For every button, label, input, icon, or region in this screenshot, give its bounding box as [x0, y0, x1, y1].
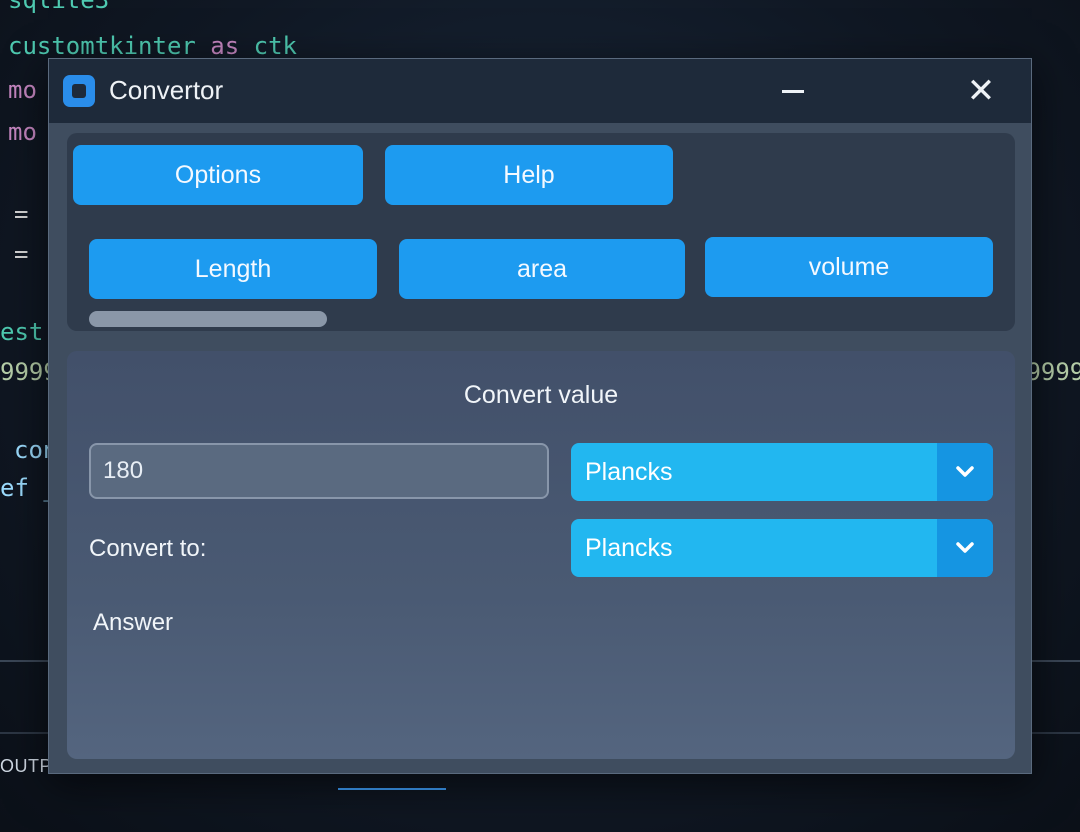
value-input[interactable] [89, 443, 549, 499]
options-frame: Options Help Length area volume [67, 133, 1015, 331]
to-unit-dropdown[interactable]: Plancks [571, 519, 993, 577]
convertor-window: Convertor ✕ Options Help Length area vol… [48, 58, 1032, 774]
title-bar[interactable]: Convertor ✕ [49, 59, 1031, 123]
horizontal-scrollbar[interactable] [89, 311, 327, 327]
chevron-down-icon [956, 466, 974, 477]
length-button[interactable]: Length [89, 239, 377, 299]
convert-to-label: Convert to: [89, 535, 207, 562]
window-title: Convertor [109, 75, 224, 105]
from-unit-dropdown-arrow[interactable] [937, 443, 993, 501]
from-unit-label: Plancks [585, 458, 673, 486]
volume-button[interactable]: volume [705, 237, 993, 297]
converter-frame: Convert value Plancks Convert to: Planck… [67, 351, 1015, 759]
from-unit-dropdown[interactable]: Plancks [571, 443, 993, 501]
options-button[interactable]: Options [73, 145, 363, 205]
minimize-bar [782, 89, 804, 93]
code-line-2: customtkinter as ctk [8, 32, 298, 60]
code-line-6: = [14, 240, 29, 268]
code-line-3: mo [8, 76, 37, 104]
active-tab-underline [338, 788, 446, 790]
code-line-7: est [0, 318, 44, 346]
code-line-5: = [14, 200, 29, 228]
area-button[interactable]: area [399, 239, 685, 299]
to-unit-label: Plancks [585, 534, 673, 562]
close-icon[interactable]: ✕ [955, 65, 1007, 117]
section-title: Convert value [463, 381, 619, 409]
help-button[interactable]: Help [385, 145, 673, 205]
chevron-down-icon [956, 542, 974, 553]
answer-label: Answer [93, 609, 174, 636]
code-line-4: mo [8, 118, 37, 146]
app-logo-icon [63, 75, 95, 107]
to-unit-dropdown-arrow[interactable] [937, 519, 993, 577]
code-line-1: sqlite3 [8, 0, 110, 14]
minimize-icon[interactable] [767, 65, 819, 117]
